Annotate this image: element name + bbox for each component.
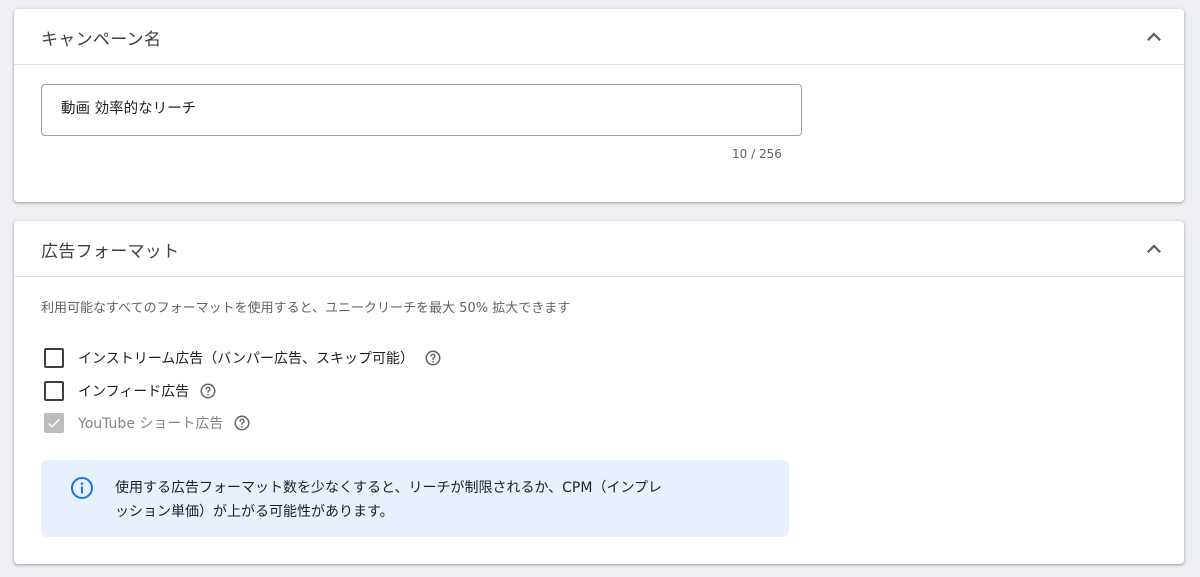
collapse-campaign-name-button[interactable] <box>1140 23 1168 51</box>
youtube-shorts-ads-checkbox <box>44 413 64 433</box>
help-circle-icon[interactable] <box>424 349 442 367</box>
collapse-ad-format-button[interactable] <box>1140 235 1168 263</box>
char-counter: 10 / 256 <box>732 147 782 161</box>
option-youtube-shorts-ads: YouTube ショート広告 <box>44 411 251 435</box>
info-text-line-1: 使用する広告フォーマット数を少なくすると、リーチが制限されるか、CPM（インプレ <box>115 480 663 496</box>
campaign-name-title: キャンペーン名 <box>41 30 162 50</box>
chevron-up-icon <box>1147 244 1161 253</box>
help-circle-icon[interactable] <box>199 382 217 400</box>
ad-format-description: 利用可能なすべてのフォーマットを使用すると、ユニークリーチを最大 50% 拡大で… <box>41 301 571 316</box>
option-instream-ads: インストリーム広告（バンパー広告、スキップ可能） <box>44 346 442 370</box>
instream-ads-checkbox[interactable] <box>44 348 64 368</box>
campaign-name-header[interactable]: キャンペーン名 <box>14 9 1184 65</box>
campaign-name-input[interactable] <box>61 99 781 115</box>
instream-ads-label[interactable]: インストリーム広告（バンパー広告、スキップ可能） <box>78 348 414 368</box>
info-icon <box>70 476 94 500</box>
help-circle-icon[interactable] <box>233 414 251 432</box>
ad-format-card: 広告フォーマット 利用可能なすべてのフォーマットを使用すると、ユニークリーチを最… <box>14 221 1184 564</box>
campaign-name-card: キャンペーン名 10 / 256 <box>14 9 1184 202</box>
info-notice: 使用する広告フォーマット数を少なくすると、リーチが制限されるか、CPM（インプレ… <box>41 460 789 537</box>
infeed-ads-checkbox[interactable] <box>44 381 64 401</box>
chevron-up-icon <box>1147 32 1161 41</box>
info-text: 使用する広告フォーマット数を少なくすると、リーチが制限されるか、CPM（インプレ… <box>115 476 765 524</box>
ad-format-title: 広告フォーマット <box>41 242 180 262</box>
ad-format-header[interactable]: 広告フォーマット <box>14 221 1184 277</box>
campaign-name-field[interactable] <box>41 84 802 136</box>
checkmark-icon <box>48 418 60 428</box>
infeed-ads-label[interactable]: インフィード広告 <box>78 381 189 401</box>
option-infeed-ads: インフィード広告 <box>44 379 217 403</box>
youtube-shorts-ads-label: YouTube ショート広告 <box>78 416 224 432</box>
info-text-line-2: ッション単価）が上がる可能性があります。 <box>115 504 394 520</box>
